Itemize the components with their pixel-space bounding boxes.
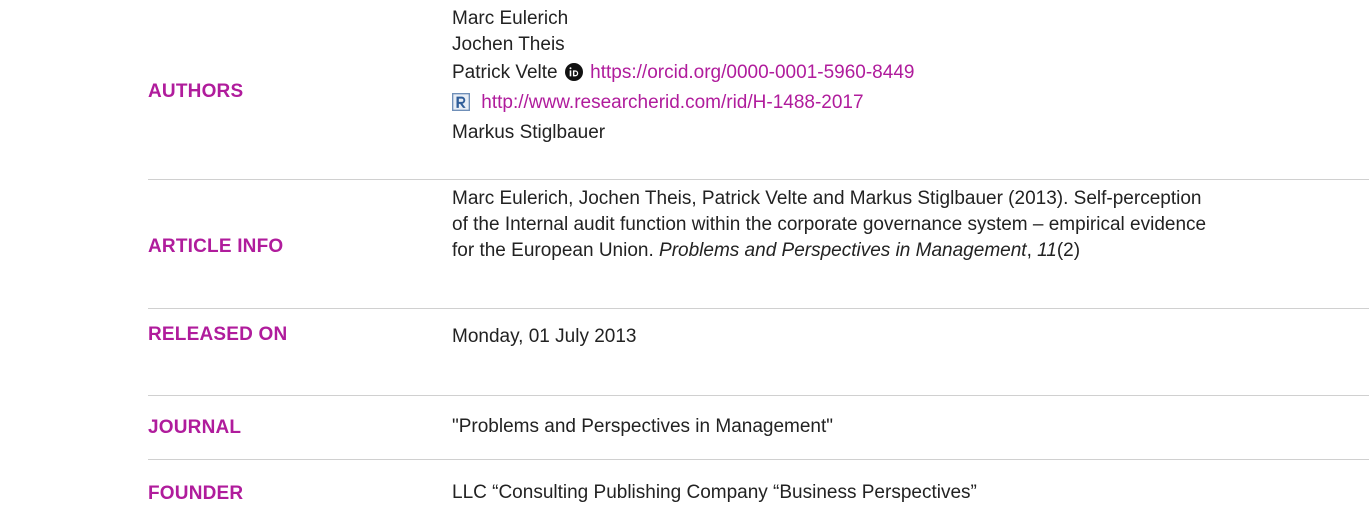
authors-row: AUTHORS Marc Eulerich Jochen Theis Patri… — [148, 0, 1369, 180]
author-name-with-orcid: Patrick Velte https://orcid.org/0000-000… — [452, 58, 1222, 88]
citation-issue: (2) — [1056, 240, 1081, 261]
released-on-label: RELEASED ON — [148, 324, 288, 345]
founder-label: FOUNDER — [148, 483, 244, 504]
journal-row: JOURNAL "Problems and Perspectives in Ma… — [148, 396, 1369, 460]
journal-label: JOURNAL — [148, 417, 242, 438]
citation-separator: , — [1026, 240, 1038, 261]
article-info-label: ARTICLE INFO — [148, 236, 284, 257]
author-name: Marc Eulerich — [452, 8, 569, 29]
citation-journal: Problems and Perspectives in Management — [659, 240, 1027, 261]
researcherid-line: http://www.researcherid.com/rid/H-1488-2… — [452, 88, 1222, 118]
author-name: Patrick Velte — [452, 62, 558, 83]
founder-value: LLC “Consulting Publishing Company “Busi… — [452, 482, 977, 503]
article-info-citation: Marc Eulerich, Jochen Theis, Patrick Vel… — [452, 186, 1222, 264]
researcherid-icon — [452, 93, 470, 111]
author-name: Markus Stiglbauer — [452, 122, 606, 143]
researcherid-link[interactable]: http://www.researcherid.com/rid/H-1488-2… — [481, 92, 863, 113]
authors-label: AUTHORS — [148, 81, 244, 102]
journal-value: "Problems and Perspectives in Management… — [452, 416, 834, 437]
orcid-link[interactable]: https://orcid.org/0000-0001-5960-8449 — [590, 62, 914, 83]
author-name: Jochen Theis — [452, 34, 565, 55]
authors-value: Marc Eulerich Jochen Theis Patrick Velte… — [452, 6, 1222, 146]
founder-row: FOUNDER LLC “Consulting Publishing Compa… — [148, 460, 1369, 531]
released-on-value: Monday, 01 July 2013 — [452, 326, 637, 347]
released-on-row: RELEASED ON Monday, 01 July 2013 — [148, 309, 1369, 396]
orcid-icon — [564, 63, 583, 81]
article-info-row: ARTICLE INFO Marc Eulerich, Jochen Theis… — [148, 180, 1369, 309]
citation-volume: 11 — [1037, 240, 1057, 261]
